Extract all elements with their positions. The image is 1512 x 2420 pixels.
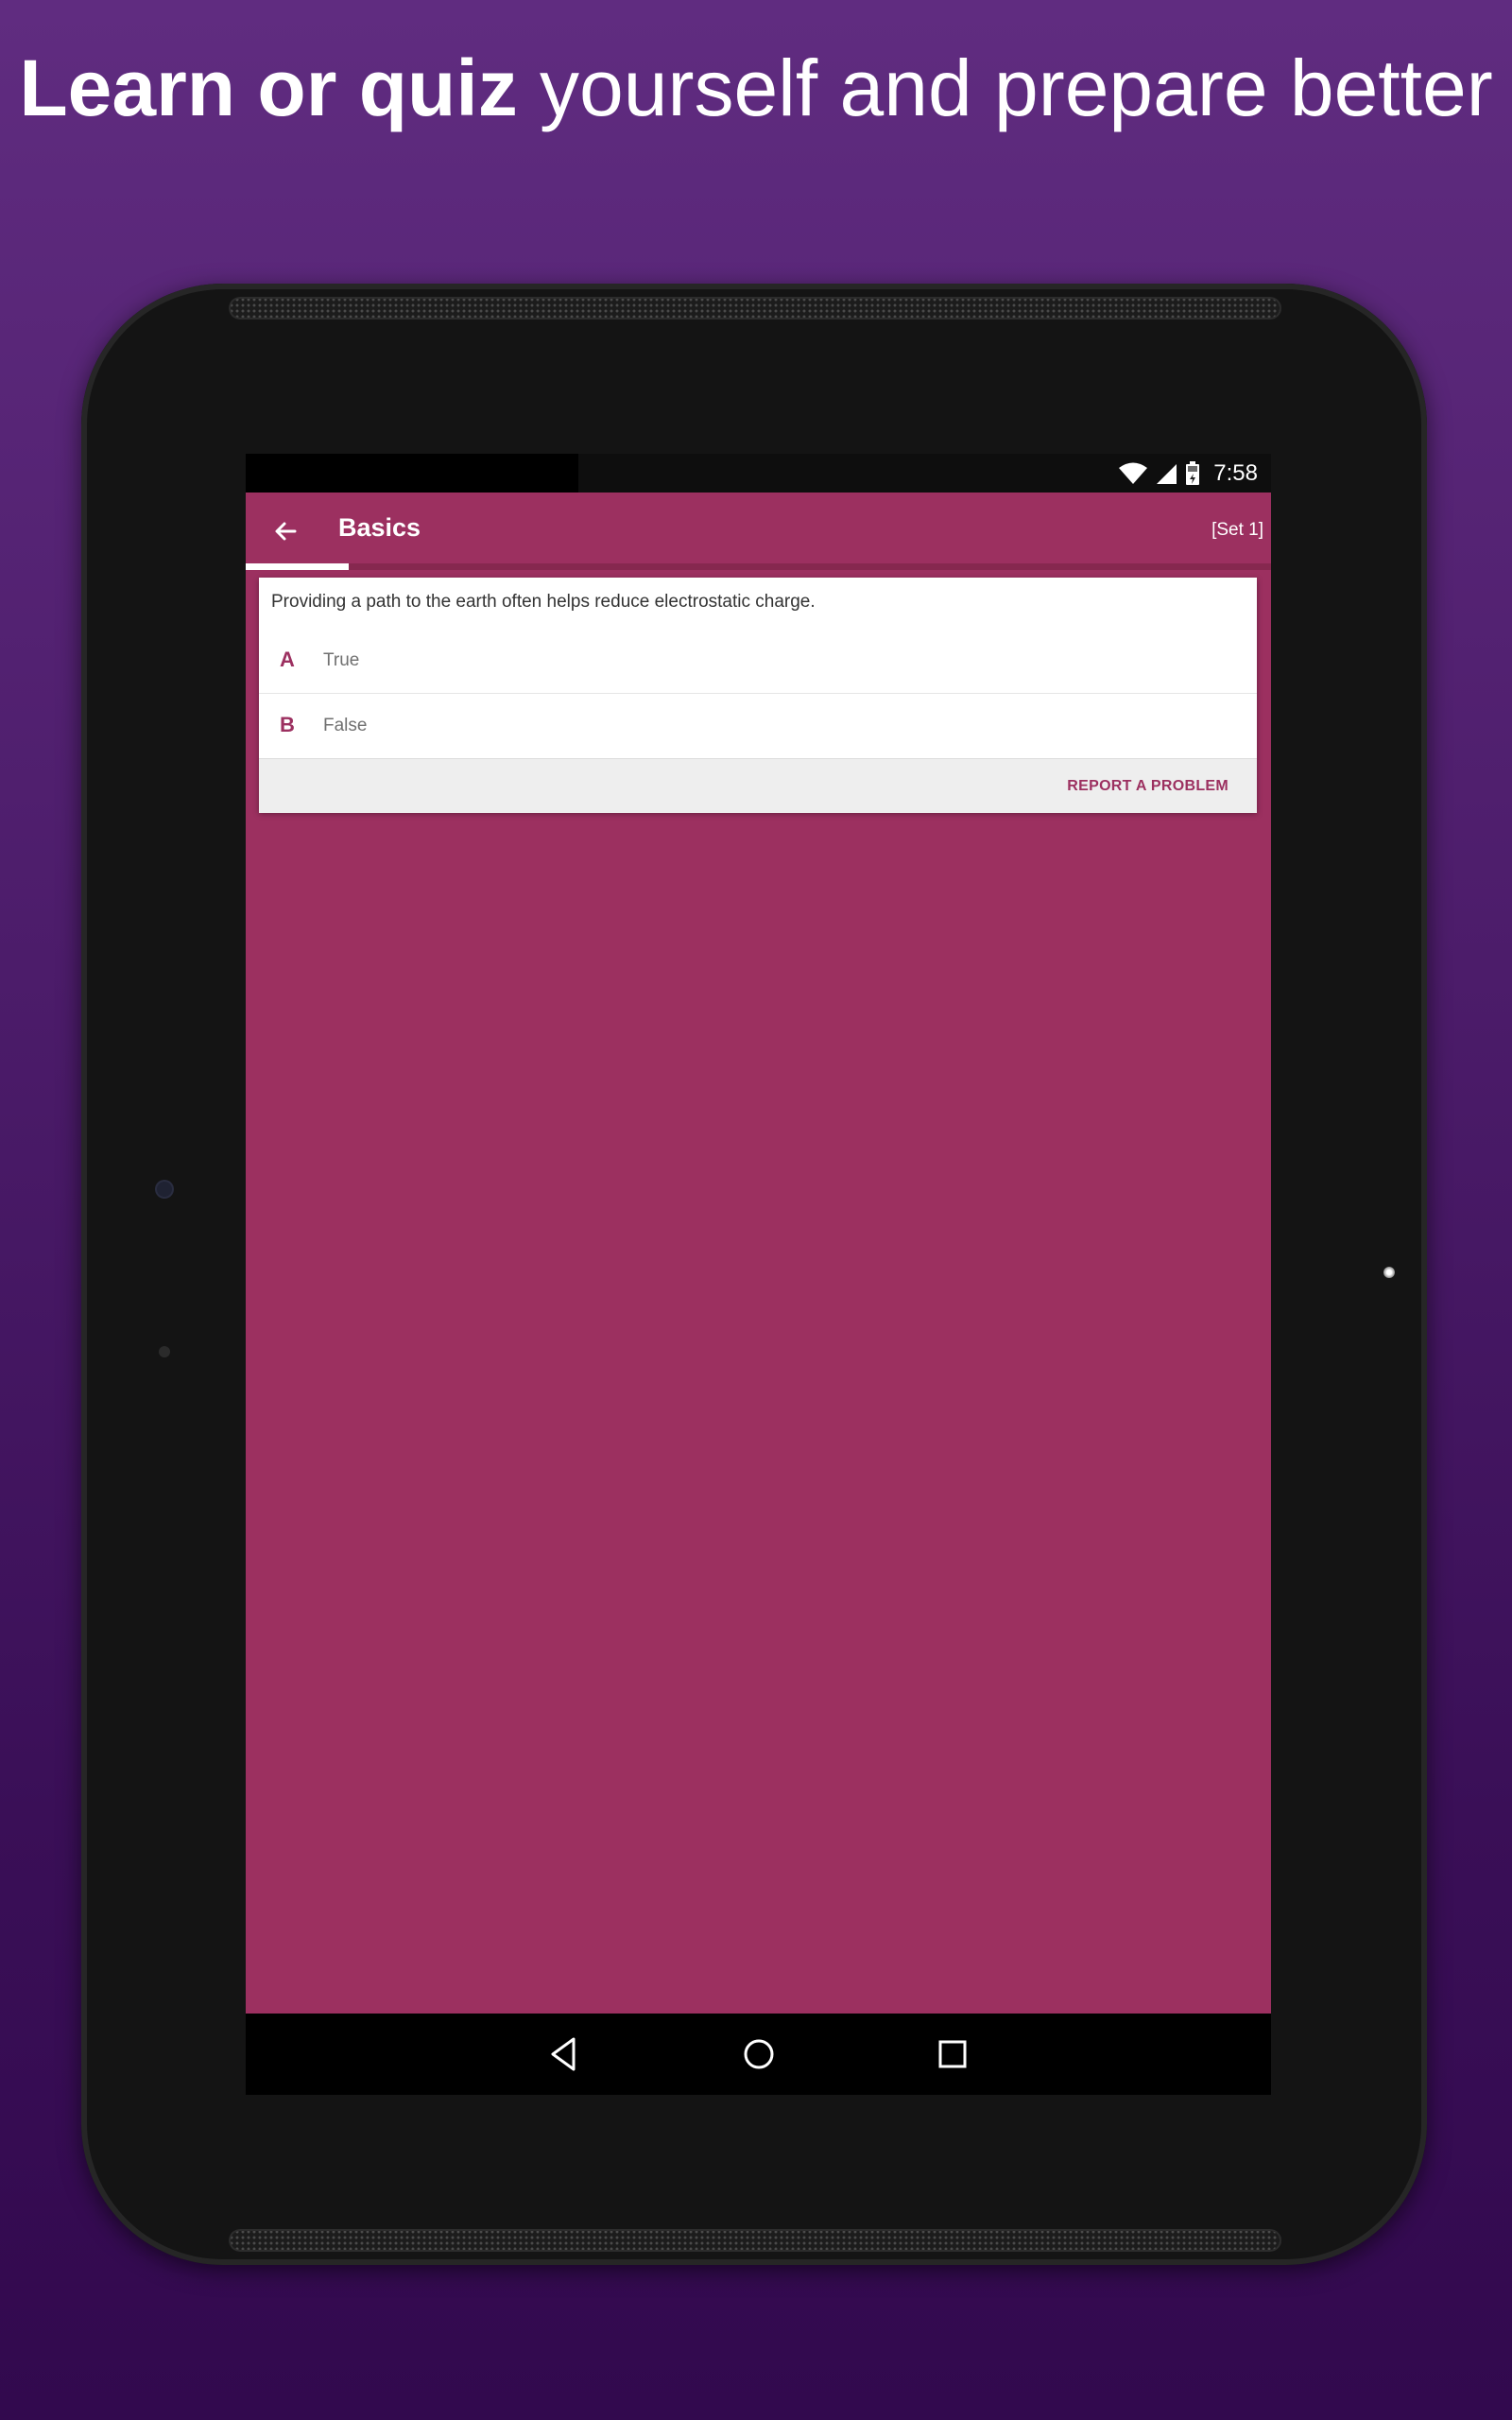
front-camera-icon [159,1346,170,1357]
progress-bar [246,563,1271,570]
option-letter: B [280,713,295,736]
question-card: Providing a path to the earth often help… [259,578,1257,813]
signal-icon [1155,462,1177,485]
set-label: [Set 1] [1211,520,1263,540]
page-title: Basics [338,513,421,542]
status-bar: 7:58 [246,454,1271,493]
answer-option-b[interactable]: B False [259,693,1257,758]
wifi-icon [1119,462,1148,485]
device-screen: 7:58 Basics [Set 1] Providing a path to … [246,454,1271,2095]
nav-back-button[interactable] [543,2033,585,2075]
battery-icon [1185,460,1200,486]
card-footer: REPORT A PROBLEM [259,758,1257,813]
headline-bold-text: Learn or quiz [19,43,518,132]
answer-option-a[interactable]: A True [259,629,1257,693]
report-problem-button[interactable]: REPORT A PROBLEM [1067,778,1228,795]
marketing-headline: Learn or quiz yourself and prepare bette… [0,45,1512,130]
headline-rest-text: yourself and prepare better [517,43,1493,132]
nav-home-icon [744,2039,774,2069]
nav-back-icon [551,2037,576,2071]
bottom-speaker-grille [229,2229,1281,2252]
progress-bar-fill [246,563,349,570]
nav-recents-button[interactable] [932,2033,973,2075]
top-speaker-grille [229,297,1281,320]
app-bar: Basics [Set 1] [246,493,1271,570]
question-text: Providing a path to the earth often help… [271,592,816,612]
arrow-back-icon [275,522,297,541]
option-text: True [323,650,360,670]
light-sensor-icon [1383,1267,1395,1278]
option-text: False [323,716,368,735]
back-button[interactable] [266,512,304,550]
option-letter: A [280,648,295,671]
status-clock: 7:58 [1213,459,1258,486]
system-nav-bar [246,2014,1271,2095]
status-bar-left-block [246,454,578,493]
front-sensor-icon [157,1182,172,1197]
status-icons: 7:58 [1119,454,1258,493]
nav-recents-icon [938,2040,967,2068]
nav-home-button[interactable] [738,2033,780,2075]
